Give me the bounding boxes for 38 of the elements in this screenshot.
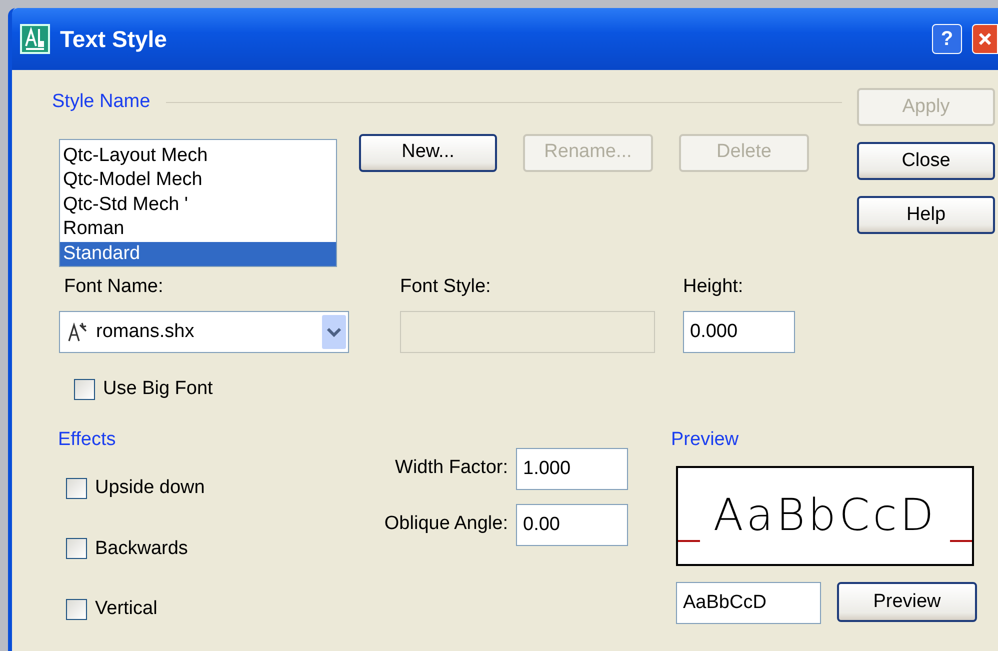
width-factor-field[interactable]: 1.000 — [516, 448, 628, 490]
field-label: Font Name: — [64, 274, 164, 298]
checkbox[interactable] — [66, 538, 87, 560]
app-icon — [20, 24, 50, 54]
group-label: Effects — [58, 428, 116, 452]
list-item[interactable]: Qtc-Std Mech ' — [60, 192, 336, 217]
list-item[interactable]: Roman — [60, 217, 336, 242]
window-title: Text Style — [60, 24, 168, 54]
font-name-dropdown[interactable]: romans.shx — [59, 311, 349, 353]
style-list[interactable]: Qtc-Layout Mech Qtc-Model Mech Qtc-Std Mech ' Roman Standard — [59, 138, 337, 266]
action-button[interactable]: New... — [359, 134, 497, 172]
field-label: Font Style: — [400, 274, 491, 298]
field-label: Width Factor: — [395, 456, 508, 480]
font-file-icon — [66, 321, 88, 343]
preview-button[interactable]: Preview — [837, 582, 977, 622]
checkbox[interactable] — [66, 598, 87, 620]
list-item[interactable]: Standard — [60, 242, 336, 266]
close-button[interactable] — [972, 24, 998, 54]
preview-text-field[interactable]: AaBbCcD — [676, 582, 821, 624]
checkbox-label: Upside down — [95, 476, 205, 500]
height-field[interactable]: 0.000 — [683, 311, 795, 353]
field-label: Oblique Angle: — [384, 512, 508, 536]
list-item[interactable]: Qtc-Layout Mech — [60, 144, 336, 168]
close-icon — [978, 32, 992, 46]
checkbox[interactable] — [66, 478, 87, 499]
oblique-angle-field[interactable]: 0.00 — [516, 504, 628, 546]
group-label: Style Name — [52, 90, 150, 114]
preview-sample-text: AaBbCcD — [713, 489, 937, 543]
field-label: Height: — [683, 274, 744, 298]
dialog-button[interactable]: Close — [857, 142, 995, 180]
checkbox-label: Use Big Font — [103, 377, 213, 401]
checkbox[interactable] — [74, 378, 95, 400]
checkbox-label: Vertical — [95, 597, 158, 621]
list-item[interactable]: Qtc-Model Mech — [60, 168, 336, 192]
group-label: Preview — [671, 428, 739, 452]
checkbox-label: Backwards — [95, 536, 188, 560]
dialog-button[interactable]: Help — [857, 196, 995, 234]
help-button[interactable]: ? — [932, 24, 962, 54]
